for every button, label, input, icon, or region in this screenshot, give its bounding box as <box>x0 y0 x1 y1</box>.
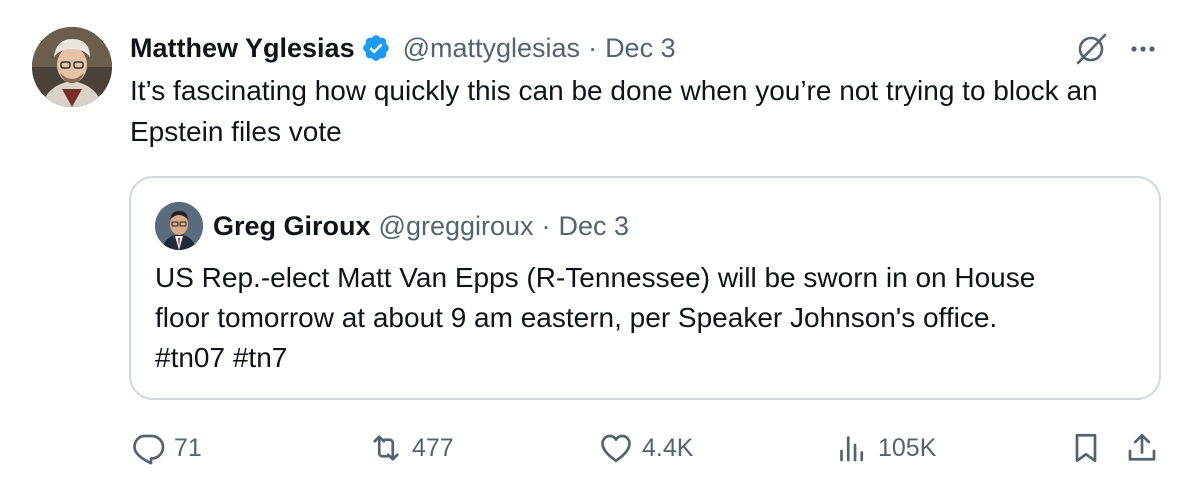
quoted-tweet[interactable]: Greg Giroux @greggiroux · Dec 3 US Rep.-… <box>129 176 1161 400</box>
author-handle[interactable]: @mattyglesias <box>403 33 580 64</box>
reply-icon <box>130 430 166 466</box>
action-bar: 71 477 4.4K 105K <box>0 426 1194 470</box>
retweet-count: 477 <box>412 433 454 462</box>
quote-author-name[interactable]: Greg Giroux <box>213 211 371 242</box>
avatar[interactable] <box>32 27 112 107</box>
tweet-text: It’s fascinating how quickly this can be… <box>130 75 1098 147</box>
views-icon <box>834 430 870 466</box>
tweet-header: Matthew Yglesias @mattyglesias · Dec 3 <box>130 30 676 66</box>
quote-author-handle[interactable]: @greggiroux <box>379 211 534 242</box>
tweet-date[interactable]: Dec 3 <box>605 33 676 64</box>
bookmark-button[interactable] <box>1068 426 1104 470</box>
like-count: 4.4K <box>642 433 694 462</box>
quote-text-line: floor tomorrow at about 9 am eastern, pe… <box>155 302 998 333</box>
reply-button[interactable]: 71 <box>130 426 202 470</box>
view-count: 105K <box>878 433 937 462</box>
quote-separator-dot: · <box>541 210 551 241</box>
tweet[interactable]: Matthew Yglesias @mattyglesias · Dec 3 I… <box>0 0 1194 490</box>
retweet-icon <box>368 430 404 466</box>
quote-text: US Rep.-elect Matt Van Epps (R-Tennessee… <box>155 258 1145 378</box>
share-icon <box>1124 430 1160 466</box>
quote-avatar[interactable] <box>155 202 203 250</box>
grok-icon[interactable] <box>1072 30 1110 68</box>
author-name[interactable]: Matthew Yglesias <box>130 33 355 64</box>
separator-dot: · <box>588 32 598 63</box>
heart-icon <box>598 430 634 466</box>
like-button[interactable]: 4.4K <box>598 426 693 470</box>
quote-date[interactable]: Dec 3 <box>559 211 630 242</box>
views-button[interactable]: 105K <box>834 426 936 470</box>
retweet-button[interactable]: 477 <box>368 426 454 470</box>
bookmark-icon <box>1068 430 1104 466</box>
quote-text-line: US Rep.-elect Matt Van Epps (R-Tennessee… <box>155 262 1036 293</box>
more-icon[interactable] <box>1124 30 1162 68</box>
reply-count: 71 <box>174 433 202 462</box>
quote-text-line: #tn07 #tn7 <box>155 342 288 373</box>
verified-badge-icon <box>361 33 391 63</box>
share-button[interactable] <box>1124 426 1160 470</box>
quote-header: Greg Giroux @greggiroux · Dec 3 <box>213 206 629 246</box>
